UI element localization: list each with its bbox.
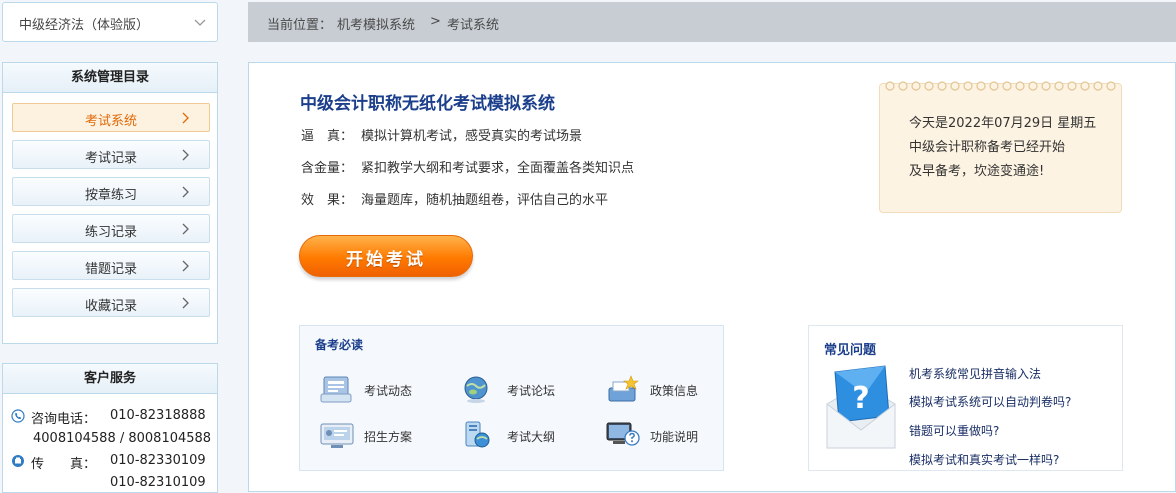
system-menu-panel: 系统管理目录 考试系统 考试记录 按章练习 练习记录 错题记录 收藏记录: [2, 62, 218, 344]
link-label: 功能说明: [650, 430, 699, 444]
course-select[interactable]: 中级经济法（体验版）: [2, 2, 218, 42]
must-read-title: 备考必读: [315, 338, 364, 352]
system-menu-title: 系统管理目录: [3, 63, 217, 93]
chevron-right-icon: [182, 186, 189, 198]
notice-line: 中级会计职称备考已经开始: [909, 140, 1066, 155]
link-policy-info[interactable]: 政策信息: [605, 374, 735, 404]
fax-number-1: 010-82330109: [110, 453, 206, 468]
customer-service-panel: 客户服务 咨询电话： 010-82318888 4008104588 / 800…: [2, 363, 218, 493]
feature-key: 含金量：: [301, 161, 354, 176]
menu-item-practice-records[interactable]: 练习记录: [12, 214, 210, 243]
faq-title: 常见问题: [824, 343, 877, 358]
notice-line: 及早备考，坎途变通途!: [909, 164, 1045, 179]
breadcrumb-link-mock-system[interactable]: 机考模拟系统: [337, 14, 415, 33]
breadcrumb: 当前位置： 机考模拟系统 > 考试系统: [248, 2, 1176, 42]
link-exam-forum[interactable]: 考试论坛: [462, 374, 592, 404]
menu-item-label: 考试记录: [84, 151, 137, 166]
fax-icon: [12, 455, 24, 467]
monitor-icon: [320, 423, 354, 448]
feature-effect: 效 果： 海量题库，随机抽题组卷，评估自己的水平: [301, 189, 608, 208]
feature-key: 逼 真：: [301, 129, 354, 144]
phone-label: 咨询电话：: [31, 412, 97, 427]
link-label: 政策信息: [650, 384, 699, 398]
page-title: 中级会计职称无纸化考试模拟系统: [300, 94, 555, 114]
chevron-right-icon: [182, 223, 189, 235]
menu-item-exam-records[interactable]: 考试记录: [12, 140, 210, 169]
link-enrollment-plan[interactable]: 招生方案: [319, 420, 449, 450]
menu-item-label: 收藏记录: [84, 299, 137, 314]
faq-question-link[interactable]: 机考系统常见拼音输入法: [909, 365, 1041, 382]
link-exam-news[interactable]: 考试动态: [319, 374, 449, 404]
chevron-down-icon: [194, 19, 206, 26]
menu-item-label: 练习记录: [84, 225, 137, 240]
menu-item-exam-system[interactable]: 考试系统: [12, 103, 210, 132]
chevron-right-icon: [182, 297, 189, 309]
menu-item-favorites[interactable]: 收藏记录: [12, 288, 210, 317]
feature-key: 效 果：: [301, 193, 354, 208]
notice-card: 今天是2022年07月29日 星期五 中级会计职称备考已经开始 及早备考，坎途变…: [879, 81, 1122, 213]
help-icon: [606, 422, 640, 446]
menu-item-chapter-practice[interactable]: 按章练习: [12, 177, 210, 206]
feature-text: 模拟计算机考试，感受真实的考试场景: [361, 129, 583, 144]
menu-item-label: 错题记录: [84, 262, 137, 277]
breadcrumb-separator: >: [430, 14, 441, 29]
fax-label: 传 真：: [31, 457, 97, 472]
feature-text: 紧扣教学大纲和考试要求，全面覆盖各类知识点: [361, 161, 635, 176]
faq-question-link[interactable]: 错题可以重做吗?: [909, 422, 999, 439]
start-exam-label: 开始考试: [346, 250, 426, 270]
chevron-right-icon: [182, 260, 189, 272]
menu-item-wrong-records[interactable]: 错题记录: [12, 251, 210, 280]
course-select-value: 中级经济法（体验版）: [19, 18, 150, 33]
phone-number-1: 010-82318888: [110, 408, 206, 423]
breadcrumb-current: 考试系统: [447, 18, 500, 33]
phone-number-2: 4008104588 / 8008104588: [33, 431, 212, 446]
chevron-right-icon: [182, 149, 189, 161]
main-panel: 中级会计职称无纸化考试模拟系统 逼 真： 模拟计算机考试，感受真实的考试场景 含金…: [248, 62, 1176, 492]
customer-service-title: 客户服务: [3, 364, 217, 394]
menu-item-label: 考试系统: [84, 114, 137, 129]
breadcrumb-prefix: 当前位置：: [267, 18, 333, 33]
feature-value: 含金量： 紧扣教学大纲和考试要求，全面覆盖各类知识点: [301, 157, 634, 176]
start-exam-button[interactable]: 开始考试: [299, 235, 473, 277]
link-label: 招生方案: [364, 430, 413, 444]
question-mail-icon: ?: [826, 365, 896, 449]
news-icon: [320, 376, 352, 403]
link-label: 考试动态: [364, 384, 413, 398]
link-label: 考试大纲: [507, 430, 556, 444]
feature-realism: 逼 真： 模拟计算机考试，感受真实的考试场景: [301, 125, 582, 144]
policy-icon: [608, 375, 639, 402]
faq-question-link[interactable]: 模拟考试系统可以自动判卷吗?: [909, 393, 1071, 410]
svg-text:?: ?: [852, 381, 869, 416]
globe-icon: [464, 376, 488, 403]
phone-icon: [11, 409, 25, 423]
link-exam-outline[interactable]: 考试大纲: [462, 420, 592, 450]
link-feature-guide[interactable]: 功能说明: [605, 420, 735, 450]
outline-icon: [465, 421, 490, 448]
chevron-right-icon: [182, 112, 189, 124]
fax-number-2: 010-82310109: [110, 475, 206, 490]
faq-panel: 常见问题 ? 机考系统常见拼音输入法 模拟考试系统可以自动判卷吗? 错题可以重做…: [808, 325, 1123, 471]
menu-item-label: 按章练习: [84, 188, 137, 203]
binder-rings-decoration: [885, 81, 1116, 91]
must-read-panel: 备考必读 考试动态 考试论坛 政策信息 招生方案 考试大纲 功能说明: [299, 325, 724, 471]
link-label: 考试论坛: [507, 384, 556, 398]
faq-question-link[interactable]: 模拟考试和真实考试一样吗?: [909, 451, 1059, 468]
notice-date: 今天是2022年07月29日 星期五: [909, 116, 1097, 131]
feature-text: 海量题库，随机抽题组卷，评估自己的水平: [361, 193, 609, 208]
